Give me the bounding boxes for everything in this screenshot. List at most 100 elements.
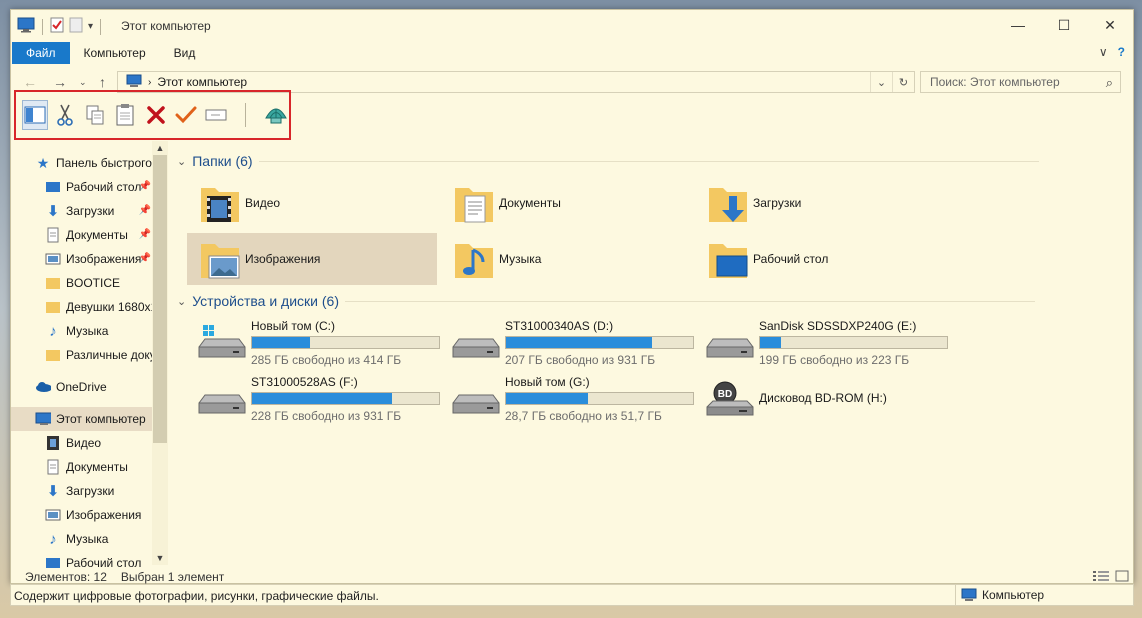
music-icon: ♪ bbox=[49, 322, 57, 340]
drive-usage-fill bbox=[252, 393, 393, 404]
new-folder-icon[interactable] bbox=[69, 17, 83, 36]
confirm-button[interactable] bbox=[173, 100, 199, 130]
sidebar-item-label: BOOTICE bbox=[66, 276, 121, 290]
cut-button[interactable] bbox=[52, 100, 78, 130]
close-button[interactable]: ✕ bbox=[1087, 10, 1133, 40]
drive-tile-f[interactable]: ST31000528AS (F:) 228 ГБ свободно из 931… bbox=[195, 375, 451, 427]
copy-button[interactable] bbox=[82, 100, 108, 130]
sidebar-item-misc-documents[interactable]: Различные документы bbox=[11, 343, 153, 367]
sidebar-item-pictures[interactable]: Изображения 📌 bbox=[11, 247, 153, 271]
up-arrow-icon[interactable]: ↑ bbox=[99, 74, 106, 90]
folder-tile-documents[interactable]: Документы bbox=[441, 177, 691, 229]
scroll-down-icon[interactable]: ▼ bbox=[152, 551, 168, 565]
shell-button[interactable] bbox=[263, 100, 289, 130]
scrollbar-thumb[interactable] bbox=[153, 155, 167, 443]
back-arrow-icon[interactable]: ← bbox=[23, 74, 37, 90]
customize-toolbar-icon[interactable]: ▾ bbox=[88, 21, 93, 32]
pin-icon: 📌 bbox=[138, 253, 151, 264]
drive-name: SanDisk SDSSDXP240G (E:) bbox=[759, 319, 917, 333]
properties-icon[interactable] bbox=[50, 17, 64, 36]
sidebar-item-bootice[interactable]: BOOTICE bbox=[11, 271, 153, 295]
sidebar-item-onedrive[interactable]: OneDrive bbox=[11, 375, 153, 399]
sidebar-item-quick-access[interactable]: ★ Панель быстрого доступа bbox=[11, 151, 153, 175]
forward-arrow-icon[interactable]: → bbox=[53, 74, 67, 90]
paste-button[interactable] bbox=[112, 100, 138, 130]
hard-drive-icon bbox=[705, 325, 755, 365]
scissors-icon bbox=[57, 104, 74, 126]
folder-icon bbox=[45, 347, 61, 363]
selection-description: Содержит цифровые фотографии, рисунки, г… bbox=[14, 589, 379, 603]
sidebar-item-pictures-pc[interactable]: Изображения bbox=[11, 503, 153, 527]
delete-button[interactable] bbox=[143, 100, 169, 130]
computer-icon[interactable] bbox=[17, 17, 35, 36]
sidebar-item-downloads[interactable]: ⬇ Загрузки 📌 bbox=[11, 199, 153, 223]
scroll-up-icon[interactable]: ▲ bbox=[152, 141, 168, 155]
toolbar-separator bbox=[42, 18, 43, 35]
ribbon-tabs: Файл Компьютер Вид ∨ ? bbox=[11, 42, 1133, 64]
sidebar-item-videos[interactable]: Видео bbox=[11, 431, 153, 455]
chevron-down-icon[interactable]: ⌄ bbox=[177, 295, 186, 308]
drive-name: Новый том (C:) bbox=[251, 319, 335, 333]
folder-name: Загрузки bbox=[753, 196, 802, 210]
maximize-button[interactable]: ☐ bbox=[1041, 10, 1087, 40]
drive-tile-d[interactable]: ST31000340AS (D:) 207 ГБ свободно из 931… bbox=[449, 319, 705, 371]
drives-group-header[interactable]: ⌄ Устройства и диски (6) bbox=[177, 293, 1035, 309]
downloads-icon: ⬇ bbox=[46, 483, 60, 500]
drive-tile-h[interactable]: BD Дисковод BD-ROM (H:) bbox=[703, 375, 959, 427]
sidebar-item-documents[interactable]: Документы 📌 bbox=[11, 223, 153, 247]
tab-computer[interactable]: Компьютер bbox=[70, 42, 160, 64]
drive-tile-g[interactable]: Новый том (G:) 28,7 ГБ свободно из 51,7 … bbox=[449, 375, 705, 427]
sidebar-item-label: Различные документы bbox=[66, 348, 153, 362]
info-bar: Содержит цифровые фотографии, рисунки, г… bbox=[10, 584, 1134, 606]
minimize-button[interactable]: — bbox=[995, 10, 1041, 40]
title-bar: ▾ Этот компьютер — ☐ ✕ bbox=[11, 10, 1133, 42]
search-input[interactable]: Поиск: Этот компьютер ⌕ bbox=[920, 71, 1121, 93]
sidebar-item-documents-pc[interactable]: Документы bbox=[11, 455, 153, 479]
drive-free-space: 228 ГБ свободно из 931 ГБ bbox=[251, 409, 402, 423]
sidebar-item-wallpapers[interactable]: Девушки 1680x1050 bbox=[11, 295, 153, 319]
sidebar-item-label: Музыка bbox=[66, 324, 109, 338]
sidebar-item-desktop[interactable]: Рабочий стол 📌 bbox=[11, 175, 153, 199]
folder-tile-videos[interactable]: Видео bbox=[187, 177, 437, 229]
explorer-window: ▾ Этот компьютер — ☐ ✕ Файл Компьютер Ви… bbox=[10, 9, 1134, 584]
breadcrumb-item[interactable]: Этот компьютер bbox=[157, 75, 247, 89]
search-icon[interactable]: ⌕ bbox=[1106, 75, 1113, 91]
sidebar-item-downloads-pc[interactable]: ⬇ Загрузки bbox=[11, 479, 153, 503]
details-view-icon[interactable] bbox=[1093, 570, 1109, 585]
pictures-icon bbox=[45, 507, 61, 523]
help-button[interactable]: ? bbox=[1118, 45, 1125, 59]
folder-tile-pictures[interactable]: Изображения bbox=[187, 233, 437, 285]
drive-tile-c[interactable]: Новый том (C:) 285 ГБ свободно из 414 ГБ bbox=[195, 319, 451, 371]
address-history-chevron-icon[interactable]: ⌄ bbox=[870, 72, 892, 92]
folders-group-header[interactable]: ⌄ Папки (6) bbox=[177, 153, 1039, 169]
large-icons-view-icon[interactable] bbox=[1115, 570, 1129, 585]
sidebar-item-this-pc[interactable]: Этот компьютер bbox=[11, 407, 153, 431]
folder-tile-desktop[interactable]: Рабочий стол bbox=[695, 233, 945, 285]
location-indicator: Компьютер bbox=[961, 588, 1044, 602]
drive-name: ST31000528AS (F:) bbox=[251, 375, 358, 389]
folder-tile-music[interactable]: Музыка bbox=[441, 233, 691, 285]
folder-tile-downloads[interactable]: Загрузки bbox=[695, 177, 945, 229]
sidebar-scrollbar[interactable]: ▲ ▼ bbox=[152, 141, 168, 565]
tab-file[interactable]: Файл bbox=[12, 42, 70, 64]
navigation-pane-button[interactable] bbox=[22, 100, 49, 130]
refresh-icon[interactable]: ↻ bbox=[892, 72, 914, 92]
sidebar-item-label: Загрузки bbox=[66, 204, 115, 218]
tab-view[interactable]: Вид bbox=[160, 42, 210, 64]
selection-count: Выбран 1 элемент bbox=[120, 570, 225, 584]
sidebar-item-music-pc[interactable]: ♪ Музыка bbox=[11, 527, 153, 551]
pin-icon: 📌 bbox=[138, 205, 151, 216]
computer-icon bbox=[126, 74, 142, 91]
sidebar-item-music[interactable]: ♪ Музыка bbox=[11, 319, 153, 343]
drive-usage-fill bbox=[506, 337, 652, 348]
sidebar-item-label: Документы bbox=[66, 460, 128, 474]
video-folder-icon bbox=[197, 180, 243, 226]
drive-tile-e[interactable]: SanDisk SDSSDXP240G (E:) 199 ГБ свободно… bbox=[703, 319, 959, 371]
folder-icon bbox=[45, 275, 61, 291]
sidebar-item-label: Девушки 1680x1050 bbox=[66, 300, 153, 314]
chevron-down-icon[interactable]: ⌄ bbox=[177, 155, 186, 168]
rename-button[interactable] bbox=[203, 100, 229, 130]
expand-ribbon-button[interactable]: ∨ bbox=[1099, 45, 1108, 59]
recent-locations-chevron-icon[interactable]: ⌄ bbox=[79, 77, 87, 88]
folder-name: Рабочий стол bbox=[753, 252, 829, 266]
